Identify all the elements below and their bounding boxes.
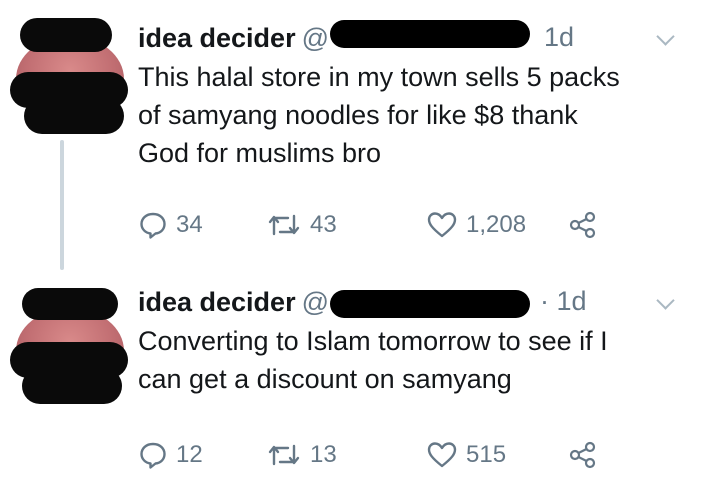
share-icon — [569, 211, 596, 239]
tweet[interactable]: idea decider @ 1d This halal store in my … — [0, 0, 705, 270]
tweet-actions: 12 13 515 — [138, 440, 698, 476]
username-handle[interactable]: @ — [302, 287, 329, 317]
avatar[interactable] — [6, 10, 134, 138]
tweet-text-line: Converting to Islam tomorrow to see if I — [138, 326, 608, 356]
like-button[interactable]: 515 — [426, 440, 506, 470]
tweet-text-line: This halal store in my town sells 5 pack… — [138, 62, 620, 92]
like-count: 1,208 — [466, 211, 527, 238]
redaction-scribble — [24, 98, 124, 134]
reply-icon — [140, 442, 166, 469]
username-handle[interactable]: @ — [302, 23, 329, 53]
tweet-actions: 34 43 1,208 — [138, 210, 698, 246]
reply-count: 34 — [176, 211, 203, 238]
tweet[interactable]: idea decider @ · 1d Converting to Islam t… — [0, 270, 705, 490]
avatar[interactable] — [6, 282, 134, 410]
retweet-button[interactable]: 13 — [266, 440, 337, 470]
tweet-text: This halal store in my town sells 5 pack… — [138, 58, 698, 172]
reply-button[interactable]: 34 — [138, 210, 203, 240]
reply-icon — [140, 212, 166, 239]
chevron-down-icon[interactable] — [656, 27, 675, 46]
share-icon — [569, 441, 596, 469]
thread-line — [60, 140, 64, 270]
handle-redaction — [330, 20, 530, 48]
chevron-down-icon[interactable] — [656, 291, 675, 310]
redaction-scribble — [20, 18, 112, 52]
reply-count: 12 — [176, 441, 203, 468]
redaction-scribble — [22, 288, 118, 320]
tweet-header: idea decider @ — [138, 22, 329, 54]
display-name[interactable]: idea decider — [138, 287, 296, 317]
share-button[interactable] — [568, 440, 598, 470]
share-button[interactable] — [568, 210, 598, 240]
retweet-button[interactable]: 43 — [266, 210, 337, 240]
like-count: 515 — [466, 441, 507, 468]
like-button[interactable]: 1,208 — [426, 210, 526, 240]
tweet-text: Converting to Islam tomorrow to see if I… — [138, 322, 698, 398]
timestamp[interactable]: · 1d — [540, 286, 587, 317]
timestamp[interactable]: 1d — [544, 22, 574, 53]
retweet-icon — [268, 214, 300, 236]
heart-icon — [427, 212, 457, 238]
reply-button[interactable]: 12 — [138, 440, 203, 470]
tweet-text-line: God for muslims bro — [138, 138, 382, 168]
handle-redaction — [330, 290, 530, 318]
tweet-text-line: of samyang noodles for like $8 thank — [138, 100, 578, 130]
tweet-header: idea decider @ — [138, 286, 329, 318]
retweet-icon — [268, 444, 300, 466]
redaction-scribble — [22, 368, 122, 404]
tweet-text-line: can get a discount on samyang — [138, 364, 512, 394]
display-name[interactable]: idea decider — [138, 23, 296, 53]
retweet-count: 13 — [310, 441, 337, 468]
retweet-count: 43 — [310, 211, 337, 238]
heart-icon — [427, 442, 457, 468]
